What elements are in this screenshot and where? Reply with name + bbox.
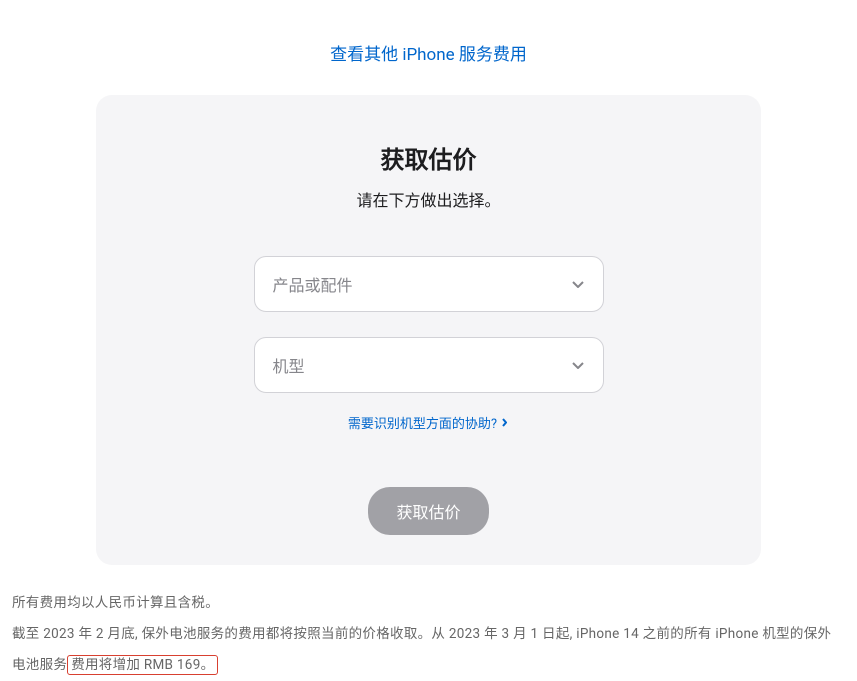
help-link-container: 需要识别机型方面的协助? [136, 413, 721, 432]
help-link-label: 需要识别机型方面的协助? [348, 413, 497, 432]
other-services-link[interactable]: 查看其他 iPhone 服务费用 [330, 45, 527, 65]
footer-text: 所有费用均以人民币计算且含税。 截至 2023 年 2 月底, 保外电池服务的费… [10, 588, 847, 681]
card-subtitle: 请在下方做出选择。 [136, 187, 721, 211]
product-select-placeholder: 产品或配件 [273, 272, 353, 296]
product-select[interactable]: 产品或配件 [254, 256, 604, 312]
price-increase-highlight: 费用将增加 RMB 169。 [67, 655, 218, 675]
top-link-container: 查看其他 iPhone 服务费用 [10, 0, 847, 95]
model-select-placeholder: 机型 [273, 353, 305, 377]
model-select[interactable]: 机型 [254, 337, 604, 393]
product-select-wrapper: 产品或配件 [254, 256, 604, 312]
identify-model-help-link[interactable]: 需要识别机型方面的协助? [348, 413, 509, 432]
estimate-card: 获取估价 请在下方做出选择。 产品或配件 机型 需要识别机型方面的协助? [96, 95, 761, 565]
footer-line-2: 截至 2023 年 2 月底, 保外电池服务的费用都将按照当前的价格收取。从 2… [12, 619, 845, 681]
get-estimate-button[interactable]: 获取估价 [368, 487, 488, 535]
model-select-wrapper: 机型 [254, 337, 604, 393]
card-title: 获取估价 [136, 140, 721, 175]
footer-line-1: 所有费用均以人民币计算且含税。 [12, 588, 845, 619]
chevron-down-icon [571, 358, 585, 372]
chevron-down-icon [571, 277, 585, 291]
chevron-right-icon [499, 418, 509, 428]
